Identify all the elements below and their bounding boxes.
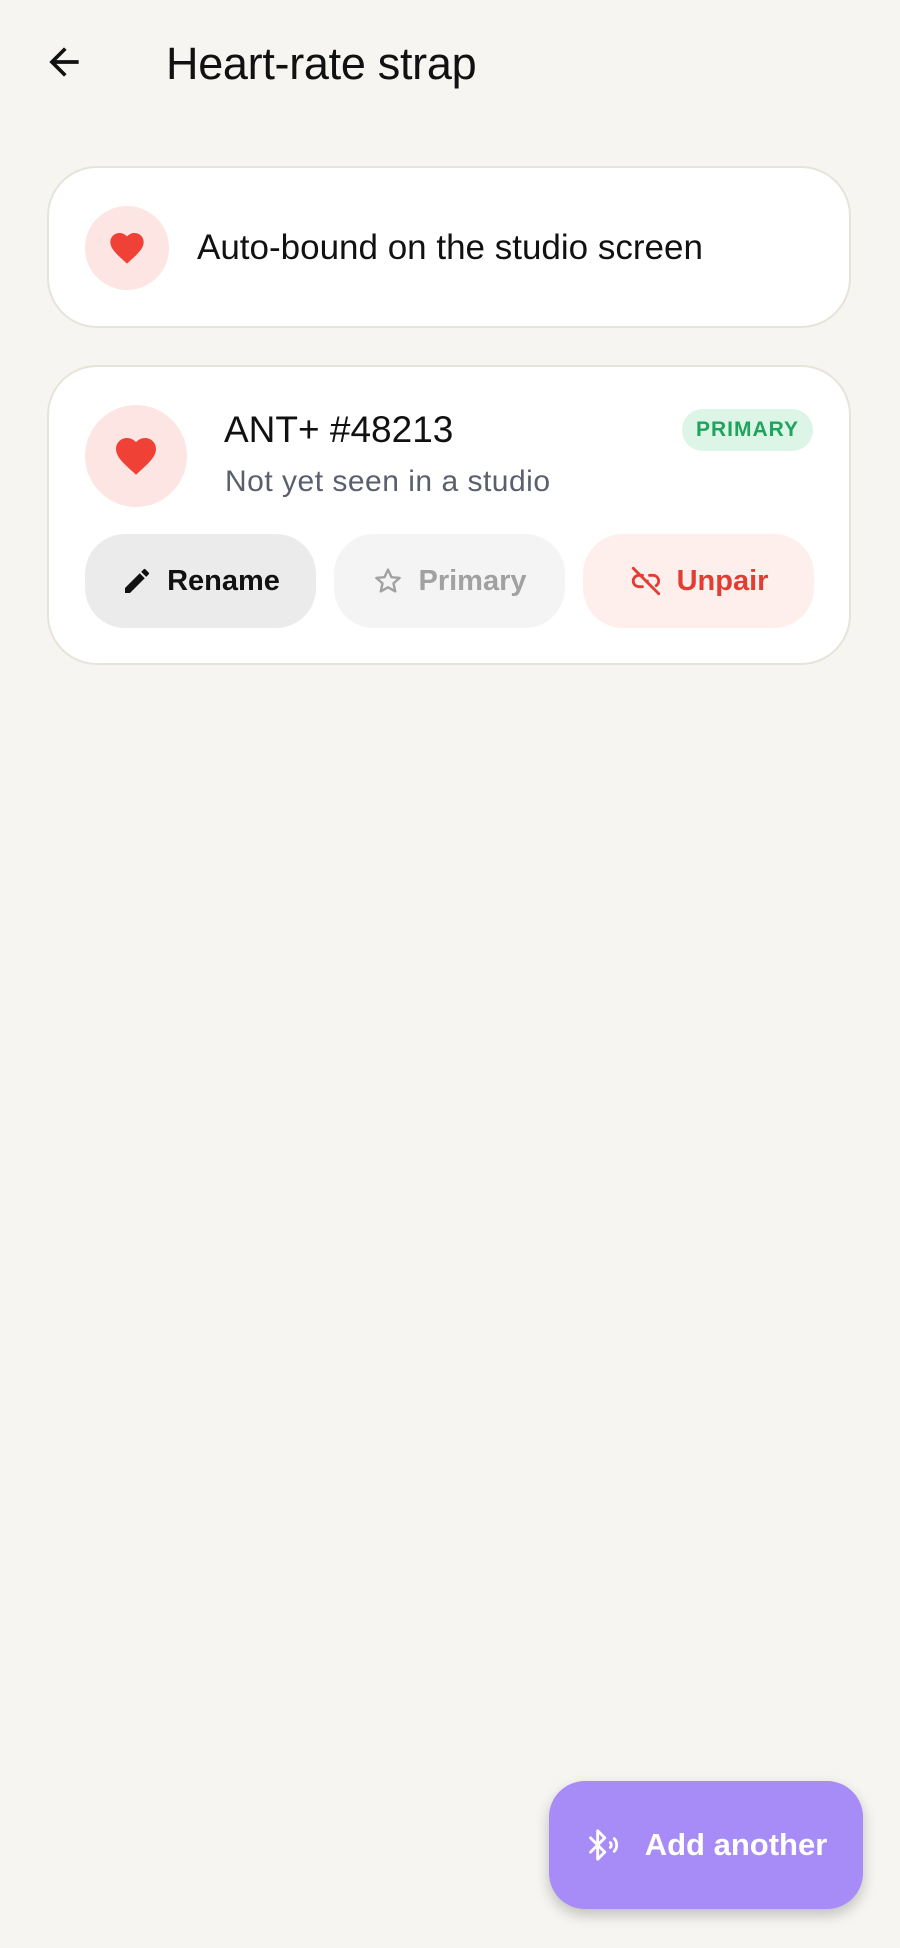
device-actions: Rename Primary Unpair (85, 534, 815, 628)
heart-icon (110, 233, 144, 264)
unpair-button[interactable]: Unpair (583, 534, 814, 628)
arrow-left-icon (49, 47, 79, 77)
device-name: ANT+ #48213 (224, 409, 454, 450)
add-another-button[interactable]: Add another (549, 1781, 863, 1909)
bluetooth-searching-icon (588, 1829, 618, 1861)
back-button[interactable] (34, 32, 94, 92)
heart-icon (116, 438, 156, 475)
auto-bound-info-card: Auto-bound on the studio screen (47, 166, 851, 328)
unpair-button-label: Unpair (676, 564, 769, 597)
set-primary-button[interactable]: Primary (334, 534, 565, 628)
rename-button-label: Rename (167, 564, 280, 597)
page-title: Heart-rate strap (166, 38, 477, 89)
pencil-icon (125, 568, 150, 593)
auto-bound-text: Auto-bound on the studio screen (197, 228, 703, 267)
heart-icon-badge (85, 206, 169, 290)
device-card: ANT+ #48213 Not yet seen in a studio PRI… (47, 365, 851, 665)
device-status: Not yet seen in a studio (225, 465, 551, 498)
star-icon (375, 568, 402, 593)
primary-badge: PRIMARY (681, 409, 813, 451)
device-heart-icon-badge (85, 405, 187, 507)
app-bar: Heart-rate strap (0, 0, 900, 135)
link-off-icon (631, 566, 660, 596)
add-another-label: Add another (644, 1827, 828, 1862)
rename-button[interactable]: Rename (85, 534, 316, 628)
set-primary-button-label: Primary (418, 564, 527, 597)
